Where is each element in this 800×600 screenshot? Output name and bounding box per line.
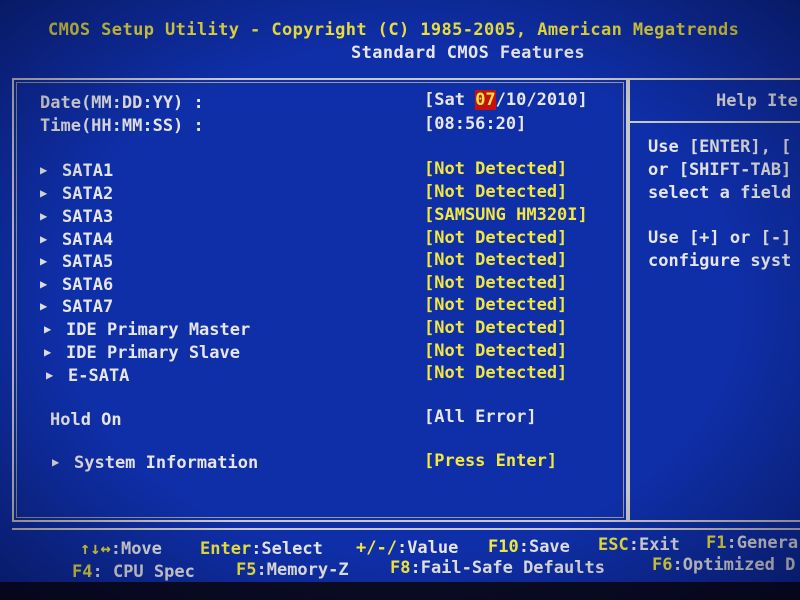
help-line: or [SHIFT-TAB] bbox=[648, 160, 792, 180]
key-hint-select: Enter:Select bbox=[200, 539, 323, 559]
date-month-selected[interactable]: 07 bbox=[475, 90, 496, 110]
device-value: [Not Detected] bbox=[424, 182, 568, 202]
bios-screen: CMOS Setup Utility - Copyright (C) 1985-… bbox=[0, 0, 800, 600]
sata3-item[interactable]: ▶ SATA3 bbox=[40, 207, 113, 227]
submenu-arrow-icon: ▶ bbox=[40, 254, 48, 268]
screen-bezel bbox=[0, 582, 800, 600]
device-label: SATA4 bbox=[62, 230, 114, 250]
sata6-item[interactable]: ▶ SATA6 bbox=[40, 275, 113, 295]
device-value: [Not Detected] bbox=[424, 159, 568, 179]
submenu-arrow-icon: ▶ bbox=[40, 186, 48, 200]
device-label: SATA5 bbox=[62, 252, 114, 272]
sata5-item[interactable]: ▶ SATA5 bbox=[40, 252, 113, 272]
system-information-value: [Press Enter] bbox=[424, 451, 558, 471]
submenu-arrow-icon: ▶ bbox=[44, 322, 52, 336]
sata7-item[interactable]: ▶ SATA7 bbox=[40, 297, 113, 317]
system-information-item[interactable]: ▶ System Information bbox=[52, 453, 258, 473]
device-label: SATA6 bbox=[62, 275, 114, 295]
device-value: [Not Detected] bbox=[424, 273, 568, 293]
hold-on-label: Hold On bbox=[50, 410, 122, 430]
help-title: Help Ite bbox=[716, 91, 798, 111]
device-label: IDE Primary Master bbox=[66, 320, 251, 340]
ide-primary-slave-item[interactable]: ▶ IDE Primary Slave bbox=[44, 343, 240, 363]
sata4-item[interactable]: ▶ SATA4 bbox=[40, 230, 113, 250]
system-information-label: System Information bbox=[74, 453, 259, 473]
device-label: IDE Primary Slave bbox=[66, 343, 240, 363]
submenu-arrow-icon: ▶ bbox=[40, 232, 48, 246]
device-label: SATA3 bbox=[62, 207, 114, 227]
date-label: Date(MM:DD:YY) : bbox=[40, 93, 204, 113]
utility-title: CMOS Setup Utility - Copyright (C) 1985-… bbox=[48, 20, 740, 40]
device-value: [Not Detected] bbox=[424, 228, 568, 248]
time-value[interactable]: [08:56:20] bbox=[424, 114, 526, 134]
key-hint-optimized: F6:Optimized D bbox=[652, 555, 796, 575]
key-hint-save: F10:Save bbox=[488, 537, 570, 557]
key-hint-cpu-spec: F4: CPU Spec bbox=[72, 562, 195, 582]
device-label: SATA7 bbox=[62, 297, 114, 317]
submenu-arrow-icon: ▶ bbox=[46, 368, 54, 382]
key-hint-memory: F5:Memory-Z bbox=[236, 560, 349, 580]
submenu-arrow-icon: ▶ bbox=[40, 277, 48, 291]
help-line: configure syst bbox=[648, 251, 792, 271]
submenu-arrow-icon: ▶ bbox=[40, 209, 48, 223]
device-label: E-SATA bbox=[68, 366, 130, 386]
device-label: SATA1 bbox=[62, 161, 114, 181]
key-hint-fail-safe: F8:Fail-Safe Defaults bbox=[390, 558, 605, 578]
submenu-arrow-icon: ▶ bbox=[40, 299, 48, 313]
submenu-arrow-icon: ▶ bbox=[40, 163, 48, 177]
device-value: [SAMSUNG HM320I] bbox=[424, 205, 588, 225]
device-value: [Not Detected] bbox=[424, 341, 568, 361]
hold-on-value[interactable]: [All Error] bbox=[424, 407, 537, 427]
submenu-arrow-icon: ▶ bbox=[52, 455, 60, 469]
key-hint-move: ↑↓↔:Move bbox=[80, 539, 162, 559]
help-line: Use [ENTER], [ bbox=[648, 137, 792, 157]
date-value[interactable]: [Sat 07/10/2010] bbox=[424, 90, 588, 110]
submenu-arrow-icon: ▶ bbox=[44, 345, 52, 359]
ide-primary-master-item[interactable]: ▶ IDE Primary Master bbox=[44, 320, 250, 340]
device-value: [Not Detected] bbox=[424, 250, 568, 270]
time-label: Time(HH:MM:SS) : bbox=[40, 116, 204, 136]
device-label: SATA2 bbox=[62, 184, 114, 204]
device-value: [Not Detected] bbox=[424, 295, 568, 315]
date-value-prefix: [Sat bbox=[424, 90, 476, 110]
sata1-item[interactable]: ▶ SATA1 bbox=[40, 161, 113, 181]
date-value-suffix: /10/2010] bbox=[495, 90, 588, 110]
key-hint-general: F1:Genera bbox=[706, 533, 799, 553]
sata2-item[interactable]: ▶ SATA2 bbox=[40, 184, 113, 204]
key-hint-value: +/-/:Value bbox=[356, 538, 459, 558]
help-divider bbox=[628, 121, 800, 123]
esata-item[interactable]: ▶ E-SATA bbox=[46, 366, 129, 386]
device-value: [Not Detected] bbox=[424, 363, 568, 383]
device-value: [Not Detected] bbox=[424, 318, 568, 338]
page-title: Standard CMOS Features bbox=[351, 43, 585, 63]
help-line: select a field bbox=[648, 183, 792, 203]
key-hint-exit: ESC:Exit bbox=[598, 535, 680, 555]
help-line: Use [+] or [-] bbox=[648, 228, 792, 248]
